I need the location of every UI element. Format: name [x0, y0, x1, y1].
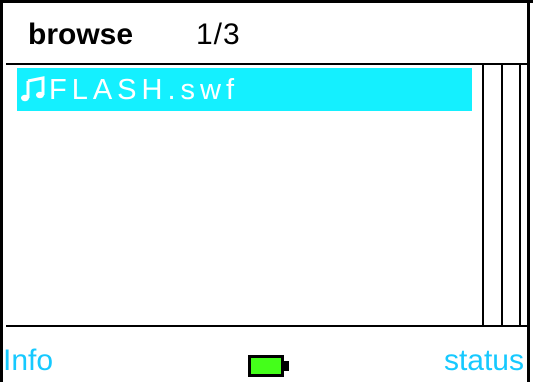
- scrollbar[interactable]: [482, 65, 526, 325]
- list-item[interactable]: FLASH.swf: [17, 68, 472, 111]
- scroll-thumb[interactable]: [501, 65, 521, 325]
- file-name: FLASH.swf: [49, 73, 240, 106]
- battery-icon: [248, 355, 292, 377]
- battery-tip: [284, 361, 289, 371]
- header-bar: browse 1/3: [6, 3, 530, 65]
- info-softkey[interactable]: Info: [3, 343, 53, 379]
- page-indicator: 1/3: [196, 18, 241, 51]
- battery-level: [248, 355, 284, 377]
- file-list: FLASH.swf: [6, 65, 530, 327]
- device-screen: browse 1/3 FLASH.swf: [0, 0, 533, 382]
- music-note-icon: [21, 75, 45, 101]
- softkey-bar: Info status: [0, 327, 536, 382]
- status-softkey[interactable]: status: [444, 343, 524, 379]
- page-title: browse: [28, 18, 134, 51]
